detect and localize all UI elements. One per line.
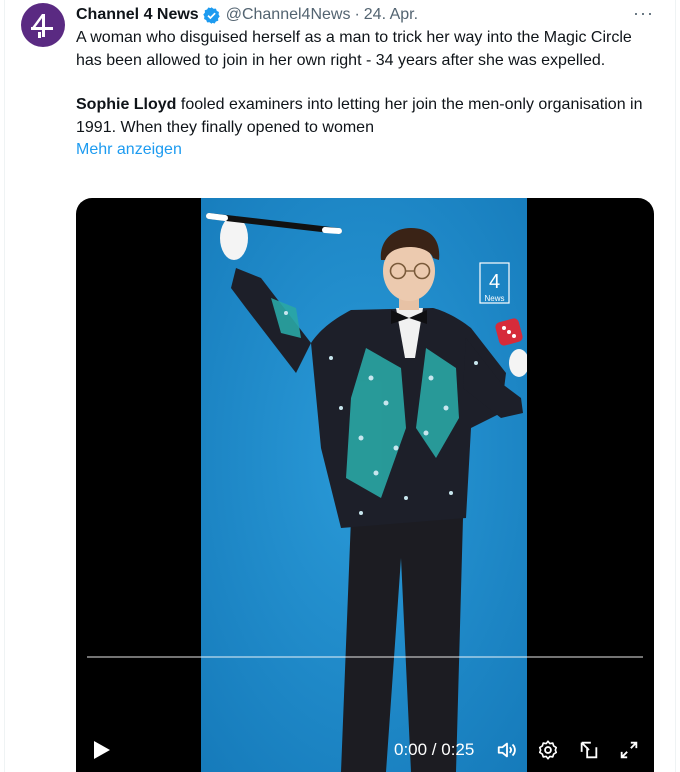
minimize-icon[interactable]: [578, 739, 600, 761]
video-player[interactable]: 4 News 0:00 / 0:25: [76, 198, 654, 772]
volume-icon[interactable]: [496, 739, 518, 761]
avatar[interactable]: [21, 3, 65, 47]
author-name[interactable]: Channel 4 News: [76, 6, 199, 24]
channel4-logo-icon: [31, 14, 53, 38]
tweet-date[interactable]: 24. Apr.: [364, 6, 418, 24]
tweet-text: A woman who disguised herself as a man t…: [76, 27, 646, 162]
tweet-paragraph-2: Sophie Lloyd fooled examiners into letti…: [76, 94, 646, 139]
show-more-link[interactable]: Mehr anzeigen: [76, 139, 646, 162]
tweet-bold-name: Sophie Lloyd: [76, 96, 177, 113]
video-progress-bar[interactable]: [87, 656, 643, 658]
fullscreen-icon[interactable]: [618, 739, 640, 761]
play-icon[interactable]: [93, 740, 111, 760]
tweet-header: Channel 4 News @Channel4News · 24. Apr.: [76, 4, 660, 26]
more-options-icon[interactable]: ···: [633, 3, 654, 24]
video-frame-magician-image: 4 News: [201, 198, 527, 772]
header-separator: ·: [354, 6, 360, 23]
verified-badge-icon: [202, 6, 220, 24]
author-handle[interactable]: @Channel4News: [226, 6, 351, 24]
settings-icon[interactable]: [537, 739, 559, 761]
card-border-right: [675, 0, 676, 772]
tweet-paragraph-1: A woman who disguised herself as a man t…: [76, 29, 632, 69]
card-border-left: [4, 0, 5, 772]
video-time: 0:00 / 0:25: [394, 740, 475, 759]
watermark-4: 4: [489, 271, 500, 293]
watermark-news: News: [484, 294, 504, 303]
